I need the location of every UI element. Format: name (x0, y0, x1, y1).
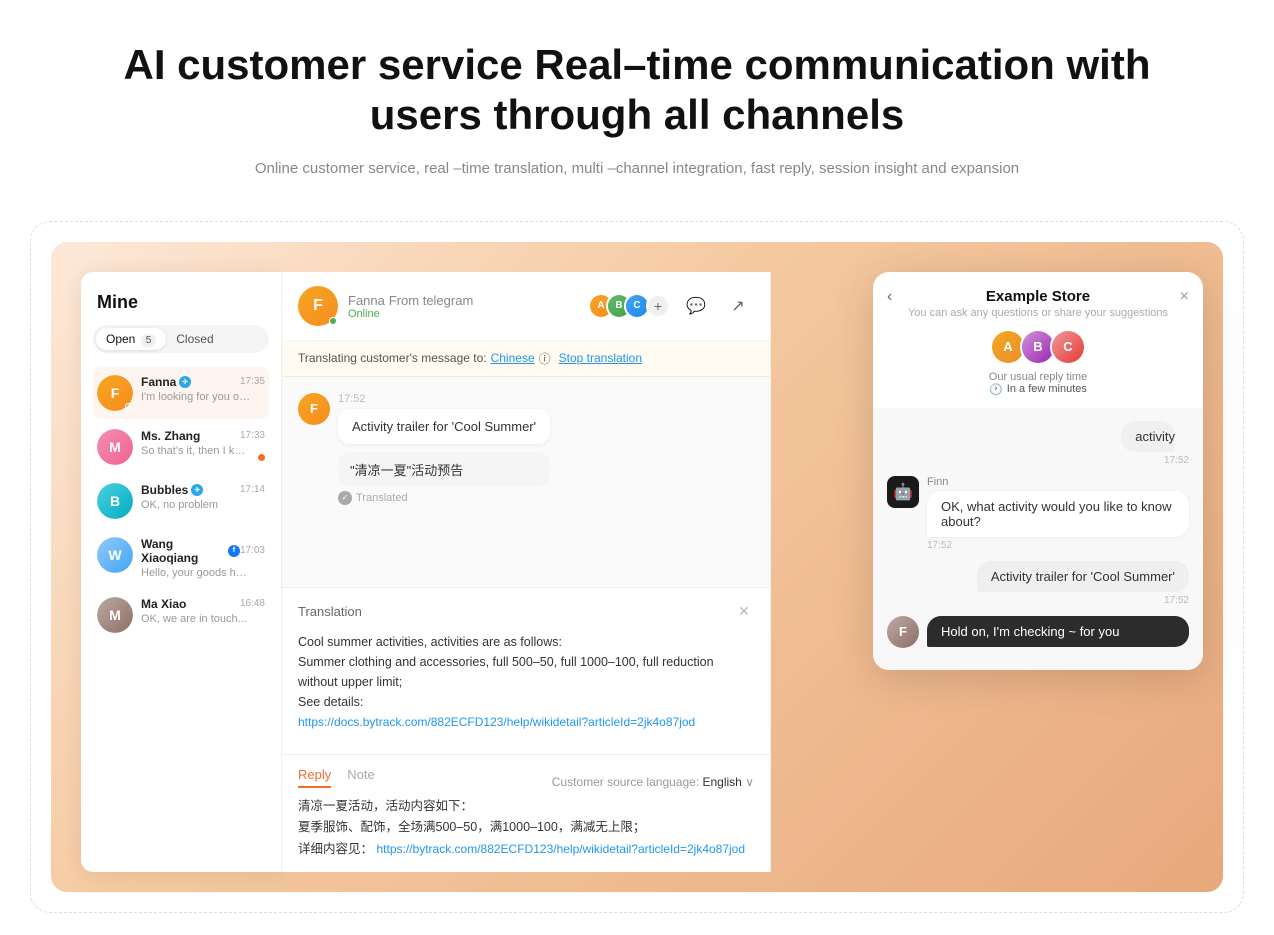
avatar-ms-zhang: M (97, 429, 133, 465)
facebook-icon: f (228, 545, 240, 557)
chat-header: F Fanna From telegram Online A (282, 272, 770, 341)
conv-item-bubbles[interactable]: B Bubbles ✈ 17:14 OK, no problem (93, 475, 269, 527)
note-tab[interactable]: Note (347, 767, 374, 788)
telegram-icon: ✈ (179, 376, 191, 388)
conv-item-ms-zhang[interactable]: M Ms. Zhang 17:33 So that's it, then I k… (93, 421, 269, 473)
reply-tab[interactable]: Reply (298, 767, 331, 788)
page-title: AI customer service Real–time communicat… (80, 40, 1194, 141)
store-msg-user-2: Activity trailer for 'Cool Summer' 17:52 (887, 561, 1189, 606)
collaborator-avatars: A B C + (588, 293, 670, 319)
reply-detail-link[interactable]: https://bytrack.com/882ECFD123/help/wiki… (377, 842, 746, 856)
translation-lang-link[interactable]: Chinese (491, 351, 535, 365)
translation-bar: Translating customer's message to: Chine… (282, 341, 770, 377)
reply-text-content[interactable]: 清凉一夏活动，活动内容如下： 夏季服饰、配饰，全场满500–50，满1000–1… (298, 796, 754, 860)
store-messages: activity 17:52 🤖 Finn OK, what activity … (873, 409, 1203, 670)
bot-avatar-finn: 🤖 (887, 476, 919, 508)
chat-contact-avatar: F (298, 286, 338, 326)
left-panel: Mine Open 5 Closed F (81, 272, 281, 872)
translation-body: Cool summer activities, activities are a… (298, 632, 754, 732)
conv-item-wang[interactable]: W Wang Xiaoqiang f 17:03 Hello, your goo… (93, 529, 269, 587)
avatar-wang: W (97, 537, 133, 573)
online-indicator (125, 403, 133, 411)
store-msg-bot-1: 🤖 Finn OK, what activity would you like … (887, 476, 1189, 551)
contact-online-dot (329, 317, 337, 325)
store-back-button[interactable]: ‹ (887, 288, 892, 306)
conv-item-ma-xiao[interactable]: M Ma Xiao 16:48 OK, we are in touch... (93, 589, 269, 641)
store-msg-bot-2: F Hold on, I'm checking ~ for you (887, 616, 1189, 648)
translation-close-button[interactable]: ✕ (734, 602, 754, 622)
translated-bubble: "清凉一夏"活动预告 (338, 452, 550, 487)
reply-area: Reply Note Customer source language: Eng… (282, 754, 770, 872)
store-close-button[interactable]: × (1180, 288, 1189, 306)
mine-title: Mine (93, 292, 269, 313)
page-header: AI customer service Real–time communicat… (0, 0, 1274, 201)
telegram-icon-2: ✈ (191, 484, 203, 496)
store-avatar-3: C (1050, 329, 1086, 365)
chat-messages: F 17:52 Activity trailer for 'Cool Summe… (282, 377, 770, 587)
message-bubble: Activity trailer for 'Cool Summer' (338, 409, 550, 444)
store-team-avatars: A B C (893, 329, 1183, 365)
translation-detail-link[interactable]: https://docs.bytrack.com/882ECFD123/help… (298, 715, 695, 729)
demo-container: Mine Open 5 Closed F (30, 221, 1244, 913)
add-collaborator-button[interactable]: + (646, 294, 670, 318)
tab-row: Open 5 Closed (93, 325, 269, 353)
message-row-1: F 17:52 Activity trailer for 'Cool Summe… (298, 393, 754, 505)
page-subtitle: Online customer service, real –time tran… (80, 157, 1194, 181)
tab-open[interactable]: Open 5 (96, 328, 166, 350)
export-icon-btn[interactable]: ↗ (722, 290, 754, 322)
store-widget: ‹ Example Store You can ask any question… (873, 272, 1203, 670)
demo-inner: Mine Open 5 Closed F (51, 242, 1223, 892)
translation-panel: Translation ✕ Cool summer activities, ac… (282, 587, 770, 754)
message-icon-btn[interactable]: 💬 (680, 290, 712, 322)
stop-translation-link[interactable]: Stop translation (559, 351, 642, 365)
store-header: ‹ Example Store You can ask any question… (873, 272, 1203, 409)
unread-dot (258, 454, 265, 461)
conv-item-fanna[interactable]: F Fanna ✈ 17:35 I'm looking for you on .… (93, 367, 269, 419)
msg-avatar-fanna: F (298, 393, 330, 425)
tab-closed[interactable]: Closed (166, 328, 223, 350)
bot-avatar-2: F (887, 616, 919, 648)
store-msg-user-1: activity 17:52 (887, 421, 1189, 466)
reply-tabs: Reply Note (298, 767, 375, 788)
avatar-ma-xiao: M (97, 597, 133, 633)
avatar-bubbles: B (97, 483, 133, 519)
middle-panel: F Fanna From telegram Online A (281, 272, 771, 872)
avatar-fanna: F (97, 375, 133, 411)
